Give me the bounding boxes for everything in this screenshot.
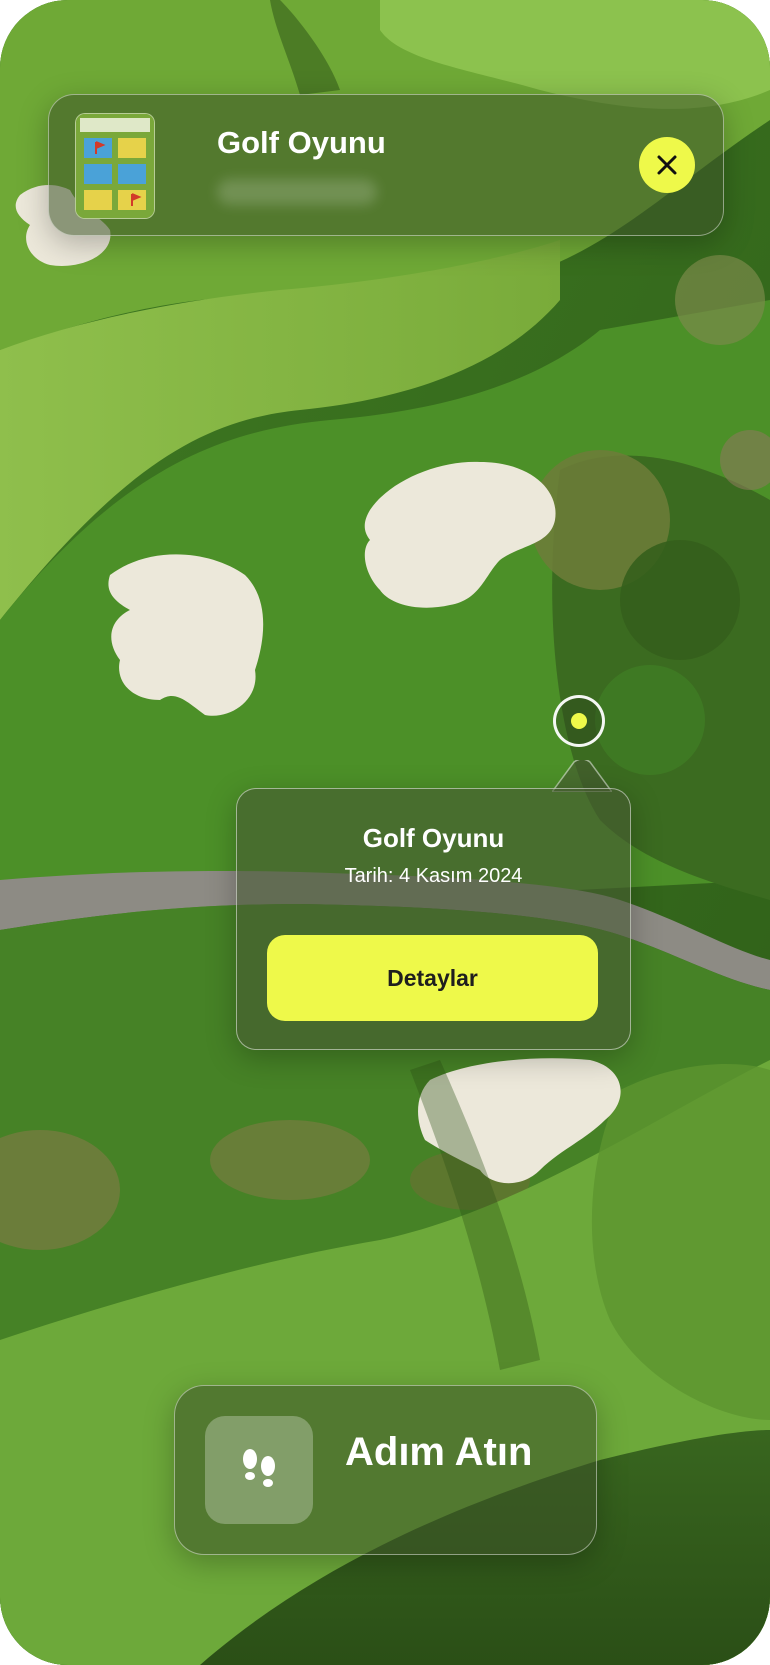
footsteps-icon <box>243 1449 275 1487</box>
event-header-card[interactable]: Golf Oyunu <box>48 94 724 236</box>
event-popup: Golf Oyunu Tarih: 4 Kasım 2024 Detaylar <box>236 788 631 1050</box>
step-action-card[interactable]: Adım Atın <box>174 1385 597 1555</box>
golf-map-thumbnail-icon <box>76 114 154 218</box>
footsteps-icon-box <box>205 1416 313 1524</box>
close-icon <box>657 155 677 175</box>
location-pin-icon[interactable] <box>553 695 605 747</box>
close-button[interactable] <box>639 137 695 193</box>
pin-dot <box>571 713 587 729</box>
details-button[interactable]: Detaylar <box>267 935 598 1021</box>
blurred-subtitle <box>217 179 377 205</box>
event-title: Golf Oyunu <box>217 125 386 160</box>
step-action-label: Adım Atın <box>345 1430 533 1474</box>
event-thumbnail <box>75 113 155 219</box>
popup-title: Golf Oyunu <box>362 823 505 853</box>
phone-screen: Golf Oyunu Golf Oyunu Tarih: 4 Kasım 202… <box>0 0 770 1665</box>
popup-date: Tarih: 4 Kasım 2024 <box>344 865 523 887</box>
